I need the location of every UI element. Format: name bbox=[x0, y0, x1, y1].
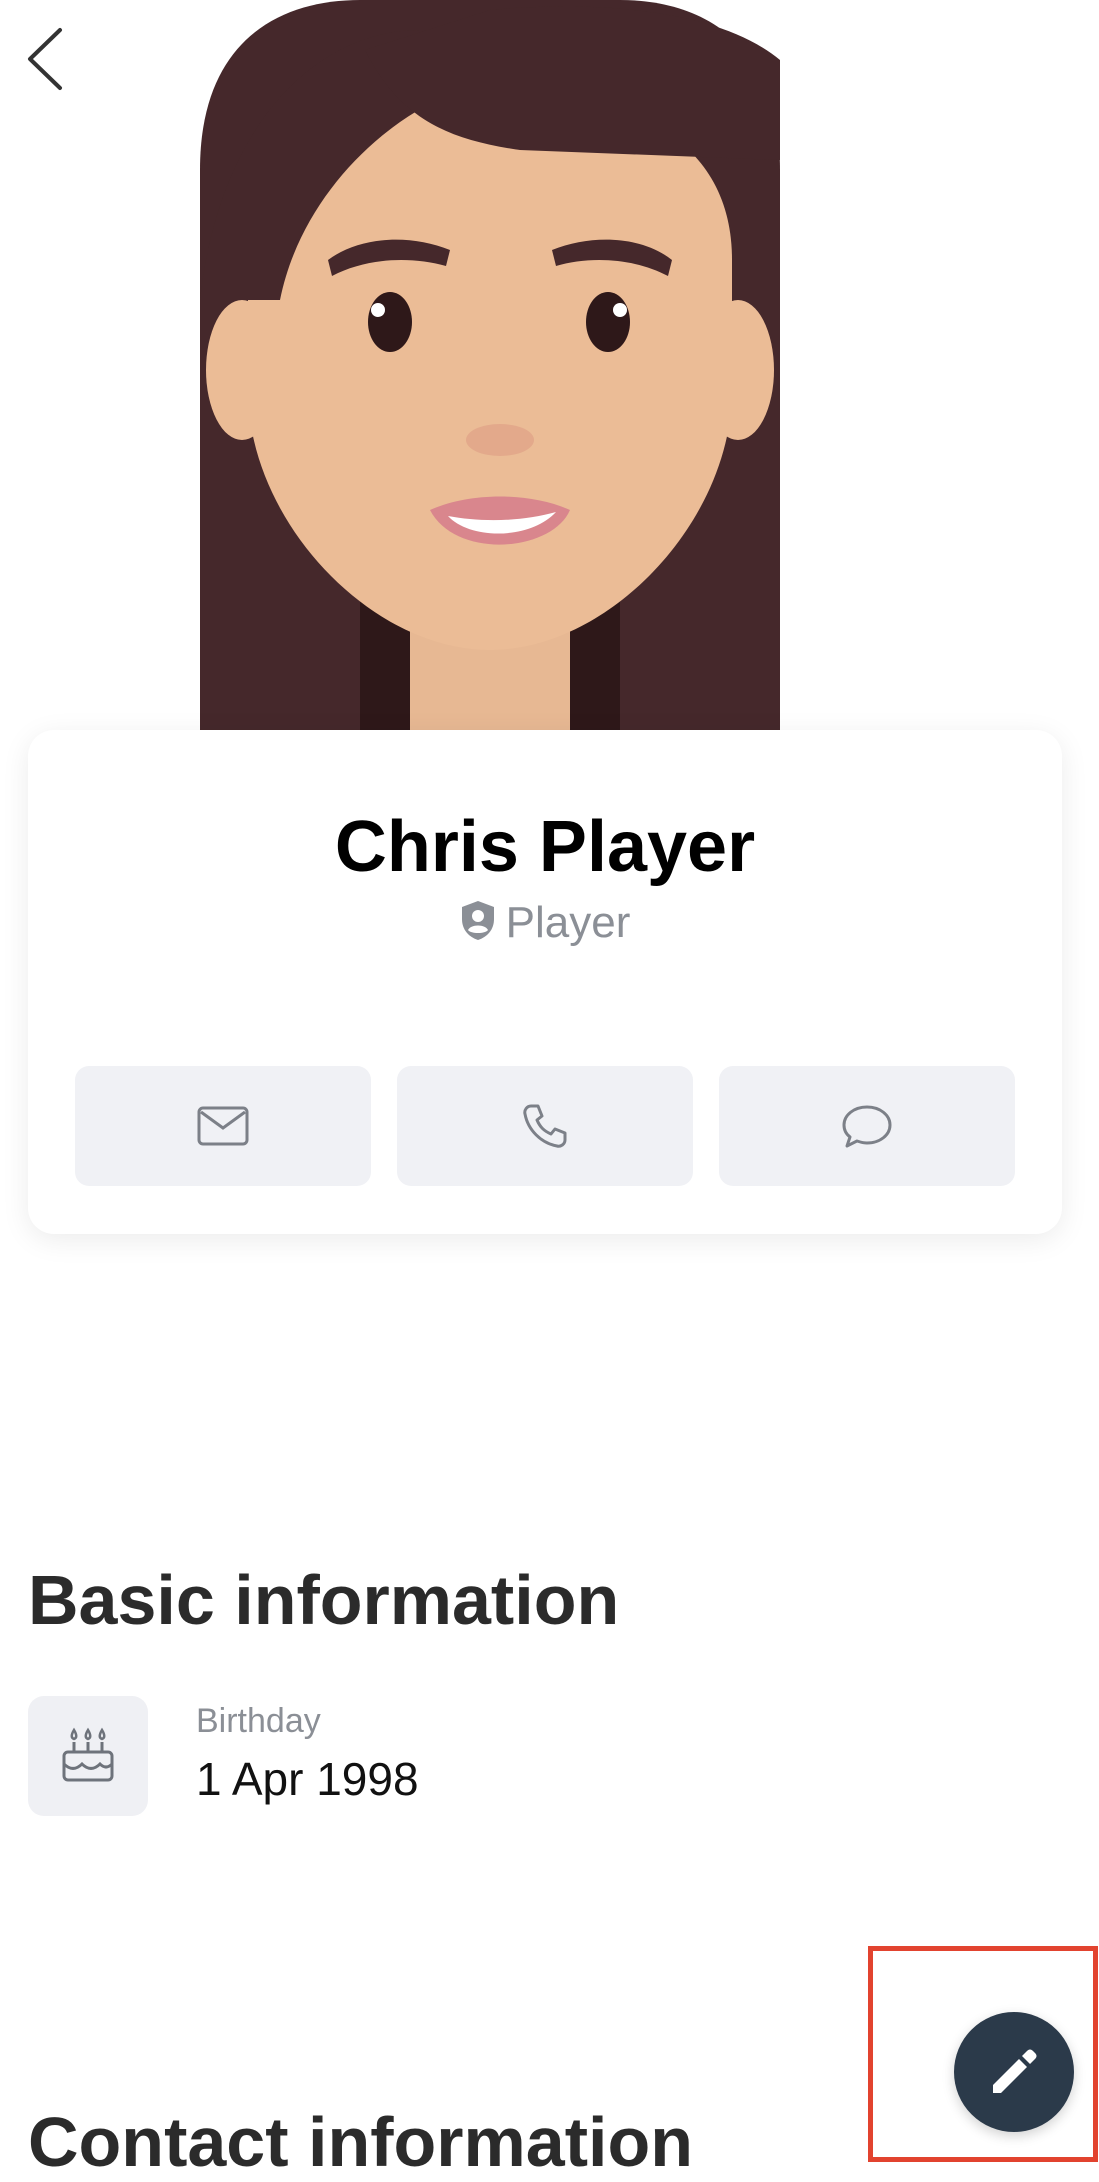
pencil-icon bbox=[993, 2049, 1037, 2093]
birthday-label: Birthday bbox=[196, 1702, 321, 1740]
email-button[interactable] bbox=[75, 1066, 371, 1186]
call-button[interactable] bbox=[397, 1066, 693, 1186]
basic-information-title: Basic information bbox=[28, 1561, 620, 1639]
birthday-icon-box bbox=[28, 1696, 148, 1816]
contact-information-title: Contact information bbox=[28, 2103, 693, 2181]
profile-role-label: Player bbox=[505, 898, 631, 947]
edit-button[interactable] bbox=[954, 2012, 1074, 2132]
mail-icon bbox=[197, 1106, 249, 1146]
phone-icon bbox=[523, 1104, 567, 1148]
shield-user-icon bbox=[460, 899, 496, 941]
message-button[interactable] bbox=[719, 1066, 1015, 1186]
back-button[interactable] bbox=[22, 26, 70, 92]
profile-card: Chris Player Player bbox=[28, 730, 1062, 1234]
birthday-cake-icon bbox=[62, 1727, 114, 1782]
chevron-left-icon bbox=[28, 28, 62, 90]
avatar bbox=[160, 0, 820, 730]
birthday-value: 1 Apr 1998 bbox=[196, 1753, 419, 1805]
chat-bubble-icon bbox=[842, 1105, 892, 1148]
profile-name: Chris Player bbox=[334, 807, 756, 887]
profile-role: Player bbox=[28, 898, 1062, 948]
